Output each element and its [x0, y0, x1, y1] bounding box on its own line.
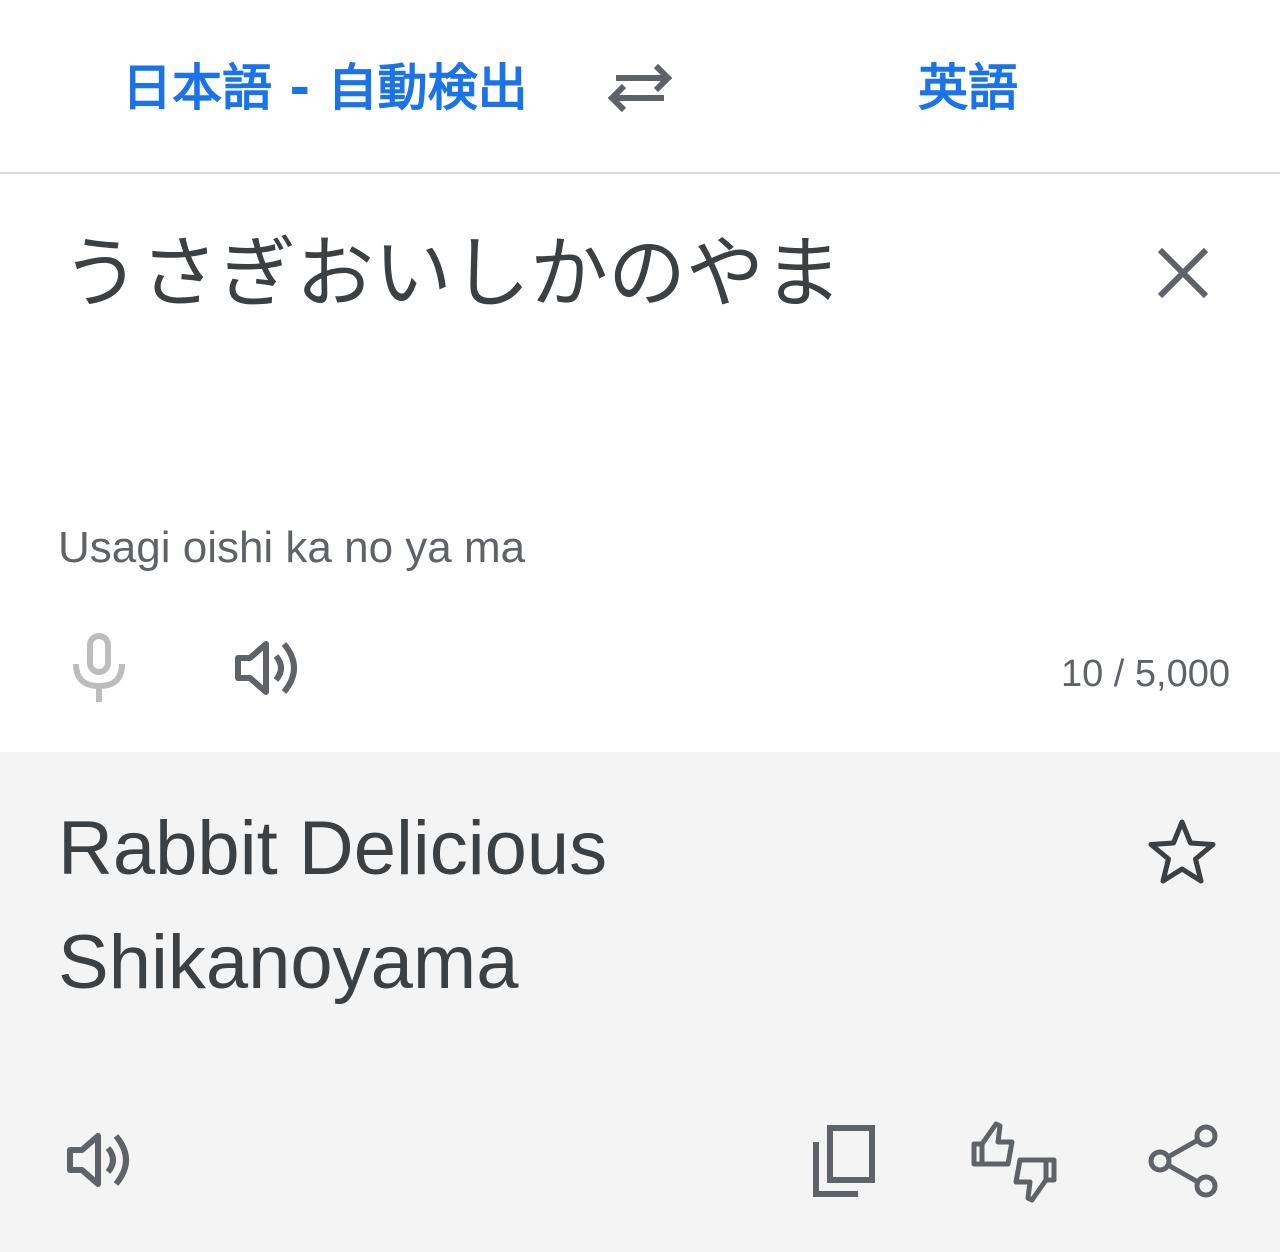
- speaker-icon: [67, 1133, 129, 1187]
- source-text-input[interactable]: うさぎおいしかのやま: [62, 224, 842, 324]
- microphone-button[interactable]: [70, 632, 128, 704]
- translation-text: Rabbit Delicious Shikanoyama: [58, 806, 608, 1005]
- microphone-icon: [73, 633, 125, 702]
- character-count: 10 / 5,000: [1060, 653, 1230, 695]
- close-icon: [1157, 247, 1209, 299]
- language-bar: 日本語 - 自動検出 英語: [0, 0, 1280, 174]
- source-panel: うさぎおいしかのやま Usagi oishi ka no ya ma 10 / …: [0, 174, 1280, 752]
- copy-icon: [813, 1125, 875, 1197]
- save-translation-button[interactable]: [1146, 816, 1218, 888]
- star-outline-icon: [1148, 819, 1216, 884]
- listen-translation-button[interactable]: [64, 1126, 136, 1194]
- listen-source-button[interactable]: [232, 634, 304, 702]
- translation-panel: Rabbit Delicious Shikanoyama: [0, 752, 1280, 1252]
- copy-translation-button[interactable]: [810, 1124, 876, 1200]
- swap-arrows-icon: [607, 63, 673, 113]
- romanization-text: Usagi oishi ka no ya ma: [58, 523, 526, 572]
- speaker-icon: [235, 641, 297, 695]
- target-language-button[interactable]: 英語: [918, 58, 1018, 118]
- share-translation-button[interactable]: [1148, 1124, 1220, 1198]
- rate-translation-button[interactable]: [968, 1118, 1060, 1206]
- source-language-button[interactable]: 日本語 - 自動検出: [122, 58, 528, 118]
- swap-languages-button[interactable]: [604, 60, 676, 116]
- feedback-thumbs-icon: [971, 1121, 1057, 1203]
- share-icon: [1148, 1124, 1218, 1198]
- clear-text-button[interactable]: [1152, 242, 1214, 304]
